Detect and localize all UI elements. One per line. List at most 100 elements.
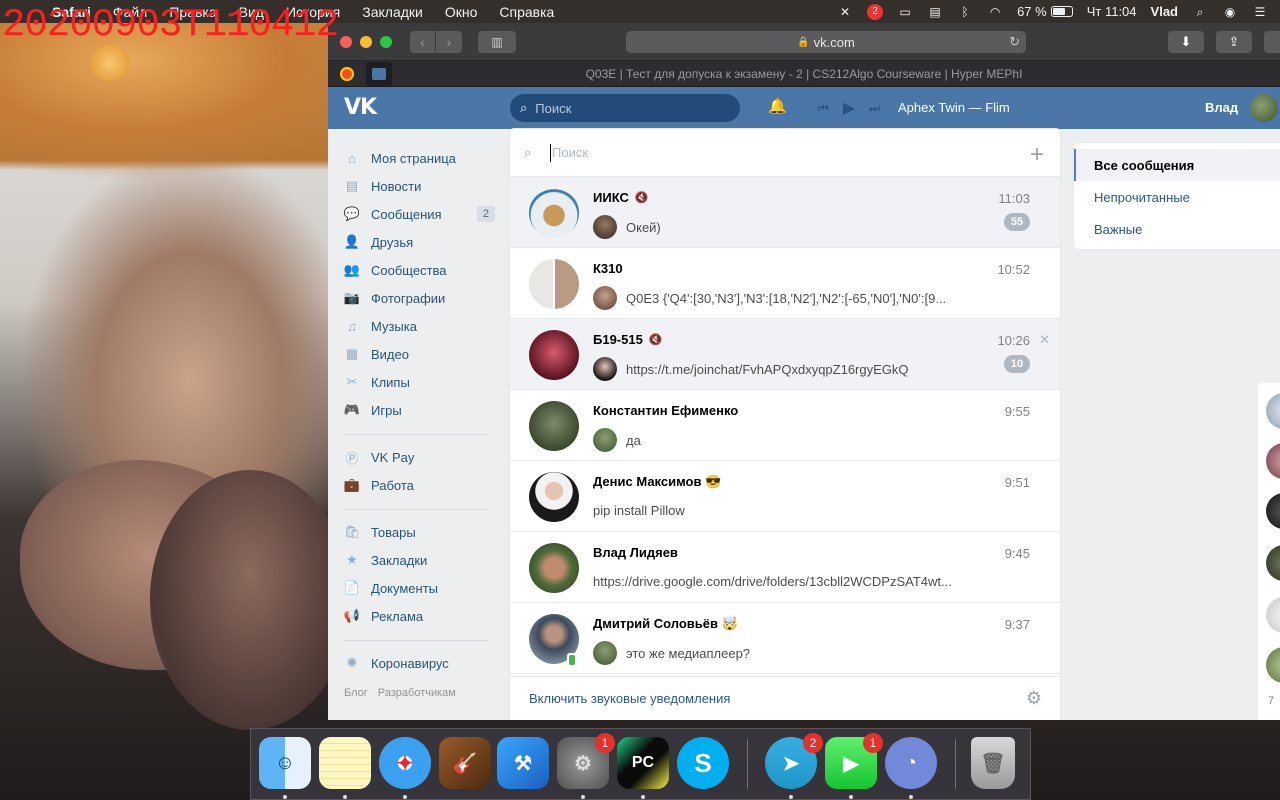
discord-icon[interactable]: ◔	[885, 737, 937, 799]
dialog-row[interactable]: ИИКС 🔇 11:03 Окей) 55	[510, 177, 1060, 248]
nav-friends[interactable]: 👤 Друзья	[344, 232, 494, 252]
clock[interactable]: Чт 11:04	[1087, 4, 1137, 19]
facetime-icon[interactable]: ▶ 1	[825, 733, 883, 799]
nav-messages[interactable]: 💬 Сообщения 2	[344, 204, 495, 224]
nav-vk-pay[interactable]: Ⓟ VK Pay	[344, 447, 494, 467]
close-window-button[interactable]	[340, 35, 352, 48]
footer-link-developers[interactable]: Разработчикам	[378, 687, 456, 699]
filter-unread[interactable]: Непрочитанные	[1074, 181, 1280, 213]
close-icon[interactable]: ✕	[1039, 332, 1050, 348]
nav-ads[interactable]: 📢 Реклама	[344, 606, 494, 626]
clips-icon: ✂	[346, 374, 358, 389]
avatar[interactable]	[1266, 493, 1280, 529]
filter-all-messages[interactable]: Все сообщения	[1074, 149, 1280, 181]
nav-documents[interactable]: 📄 Документы	[344, 578, 494, 598]
avatar[interactable]	[1266, 393, 1280, 429]
wifi-icon[interactable]: ◠	[987, 5, 1003, 19]
nav-games[interactable]: 🎮 Игры	[344, 400, 494, 420]
skype-icon[interactable]: S	[677, 737, 729, 789]
back-button[interactable]: ‹	[410, 30, 436, 53]
dialog-row[interactable]: Б19-515 🔇 10:26 ✕ https://t.me/joinchat/F…	[510, 319, 1060, 390]
nav-goods[interactable]: 🛍 Товары	[344, 522, 494, 542]
gear-icon[interactable]: ⚙	[1026, 688, 1042, 709]
nav-news[interactable]: ▤ Новости	[344, 176, 494, 196]
trash-icon[interactable]: 🗑	[971, 737, 1015, 789]
document-icon: 📄	[343, 580, 361, 595]
menu-window[interactable]: Окно	[445, 4, 478, 20]
nav-label: Фотографии	[371, 290, 446, 306]
nav-coronavirus[interactable]: ✺ Коронавирус	[344, 653, 494, 673]
battery-status[interactable]: 67 %	[1017, 4, 1073, 19]
user-menu[interactable]: Vlad	[1151, 4, 1178, 19]
downloads-button[interactable]: ⬇	[1168, 31, 1204, 53]
spotlight-search-icon[interactable]: ⌕	[1192, 5, 1208, 19]
sidebar-toggle-icon[interactable]: ▥	[478, 30, 516, 53]
footer-link-blog[interactable]: Блог	[344, 687, 368, 699]
pycharm-icon[interactable]: PC	[617, 737, 669, 799]
dialog-row[interactable]: Константин Ефименко 9:55 да	[510, 390, 1060, 461]
flag-icon[interactable]: ▤	[927, 5, 943, 19]
messages-count-badge: 2	[476, 206, 495, 222]
bluetooth-icon[interactable]: ᛒ	[957, 5, 973, 19]
zoom-window-button[interactable]	[380, 35, 392, 48]
dialog-row[interactable]: Денис Максимов 😎 9:51 pip install Pillow	[510, 461, 1060, 532]
avatar[interactable]	[1266, 545, 1280, 581]
minimize-window-button[interactable]	[360, 35, 372, 48]
next-track-icon[interactable]: ⏭	[869, 101, 880, 116]
nav-bookmarks[interactable]: ★ Закладки	[344, 550, 494, 570]
safari-icon[interactable]: ✦	[379, 737, 431, 799]
telegram-icon[interactable]: ➤ 2	[765, 733, 823, 799]
reload-icon[interactable]: ↻	[1009, 34, 1020, 50]
current-track[interactable]: Aphex Twin — Flim	[898, 100, 1010, 115]
friends-icon: 👤	[343, 234, 361, 249]
nav-my-page[interactable]: ⌂ Моя страница	[344, 148, 494, 168]
xcode-icon[interactable]: ⚒	[497, 737, 549, 789]
notification-badge[interactable]: 2	[867, 3, 884, 20]
tab-title[interactable]: Q03E | Тест для допуска к экзамену - 2 |…	[328, 67, 1280, 81]
nav-photos[interactable]: 📷 Фотографии	[344, 288, 494, 308]
system-preferences-icon[interactable]: ⚙ 1	[557, 733, 615, 799]
nav-label: Сообщения	[371, 206, 442, 222]
play-icon[interactable]: ▶	[843, 98, 855, 118]
dialogs-search-input[interactable]: ⌕ Поиск +	[510, 129, 1060, 177]
previous-track-icon[interactable]: ⏮	[818, 101, 829, 116]
dialog-row[interactable]: Дмитрий Соловьёв 🤯 9:37 это же медиаплее…	[510, 603, 1060, 674]
dialog-row[interactable]: Влад Лидяев 9:45 https://drive.google.co…	[510, 532, 1060, 603]
avatar	[529, 472, 579, 522]
new-chat-plus-icon[interactable]: +	[1030, 141, 1044, 169]
display-icon[interactable]: ▭	[897, 5, 913, 19]
menu-help[interactable]: Справка	[499, 4, 554, 20]
notes-icon[interactable]	[319, 737, 371, 799]
nav-video[interactable]: ▦ Видео	[344, 344, 494, 364]
nav-music[interactable]: ♫ Музыка	[344, 316, 494, 336]
share-button[interactable]: ⇪	[1216, 31, 1252, 53]
garageband-icon[interactable]: 🎸	[439, 737, 491, 789]
vk-logo-icon[interactable]: VK	[344, 97, 378, 119]
nav-work[interactable]: 💼 Работа	[344, 475, 494, 495]
avatar[interactable]	[1266, 597, 1280, 633]
mute-icon[interactable]: ✕	[837, 5, 853, 19]
nav-communities[interactable]: 👥 Сообщества	[344, 260, 494, 280]
enable-sound-notifications-link[interactable]: Включить звуковые уведомления	[529, 691, 730, 706]
finder-icon[interactable]: ☺	[259, 737, 311, 799]
filter-important[interactable]: Важные	[1074, 213, 1280, 245]
address-bar[interactable]: 🔒 vk.com ↻	[626, 31, 1026, 53]
forward-button[interactable]: ›	[436, 30, 462, 53]
tabs-overview-button[interactable]	[1264, 31, 1280, 53]
notification-center-icon[interactable]: ☰	[1252, 5, 1268, 19]
messages-panel: ⌕ Поиск + ИИКС 🔇 11:03 Окей) 55 К310 10:5…	[510, 129, 1060, 720]
nav-clips[interactable]: ✂ Клипы	[344, 372, 494, 392]
nav-label: Новости	[371, 178, 422, 194]
user-name[interactable]: Влад	[1205, 100, 1238, 115]
vk-body: ⌂ Моя страница ▤ Новости 💬 Сообщения 2 👤 Друз…	[328, 129, 1280, 720]
dialog-preview: pip install Pillow	[593, 500, 993, 520]
avatar[interactable]	[1266, 647, 1280, 683]
notifications-bell-icon[interactable]: 🔔	[768, 98, 787, 116]
siri-icon[interactable]: ◉	[1222, 5, 1238, 19]
avatar[interactable]	[1250, 94, 1278, 122]
vk-search-input[interactable]: ⌕ Поиск	[510, 94, 740, 122]
avatar[interactable]	[1266, 443, 1280, 479]
shopping-bag-icon: 🛍	[343, 524, 361, 539]
menu-bookmarks[interactable]: Закладки	[362, 4, 423, 20]
dialog-row[interactable]: К310 10:52 Q0E3 {'Q4':[30,'N3'],'N3':[18…	[510, 248, 1060, 319]
